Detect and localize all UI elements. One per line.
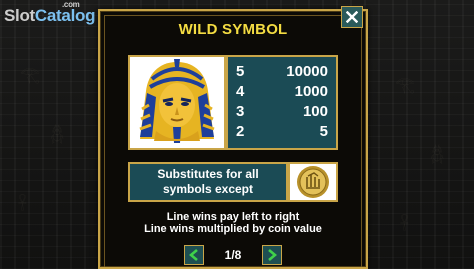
close-button[interactable] <box>341 6 363 28</box>
rule-line-2: Line wins multiplied by coin value <box>144 223 322 235</box>
rules-text: Line wins pay left to right Line wins mu… <box>98 211 368 235</box>
payout-row: 4 1000 <box>236 82 328 102</box>
gold-coin-hieroglyph-icon <box>297 166 329 198</box>
pharaoh-mask-icon <box>139 59 215 143</box>
dialog-title: WILD SYMBOL <box>178 21 288 38</box>
substitution-line-2: symbols except <box>162 182 254 196</box>
slotcatalog-watermark: SlotCatalog .com <box>4 0 95 26</box>
payout-value: 1000 <box>294 83 328 100</box>
payout-value: 5 <box>319 123 328 140</box>
hieroglyph-icon: 𓂀 <box>395 75 415 94</box>
excepted-symbol-image <box>288 162 338 202</box>
rule-line-1: Line wins pay left to right <box>166 211 300 223</box>
payout-row: 5 10000 <box>236 62 328 82</box>
wild-symbol-image <box>128 55 226 150</box>
payout-row: 2 5 <box>236 122 328 142</box>
substitution-note: Substitutes for all symbols except <box>128 162 288 202</box>
symbol-count: 2 <box>236 123 245 140</box>
watermark-text: Slot <box>4 6 35 25</box>
next-page-button[interactable] <box>262 245 282 265</box>
symbol-count: 3 <box>236 103 245 120</box>
page-indicator: 1/8 <box>224 248 242 262</box>
payout-value: 10000 <box>286 63 328 80</box>
hieroglyph-icon: 𓂀 <box>20 65 40 84</box>
substitution-line-1: Substitutes for all <box>157 167 259 181</box>
watermark-suffix: .com <box>62 0 80 9</box>
payout-row: 3 100 <box>236 102 328 122</box>
close-icon <box>346 11 358 23</box>
chevron-left-icon <box>189 249 198 261</box>
symbol-count: 5 <box>236 63 245 80</box>
hieroglyph-icon: 𓋹 <box>400 215 409 234</box>
chevron-right-icon <box>268 249 277 261</box>
payout-value: 100 <box>302 103 328 120</box>
hieroglyph-icon: 𓆣 <box>50 125 65 144</box>
hieroglyph-icon: 𓆣 <box>430 145 445 164</box>
previous-page-button[interactable] <box>184 245 204 265</box>
hieroglyph-icon: 𓋹 <box>18 195 27 214</box>
payout-table: 5 10000 4 1000 3 100 2 5 <box>226 55 338 150</box>
pagination: 1/8 <box>184 245 282 265</box>
symbol-count: 4 <box>236 83 245 100</box>
